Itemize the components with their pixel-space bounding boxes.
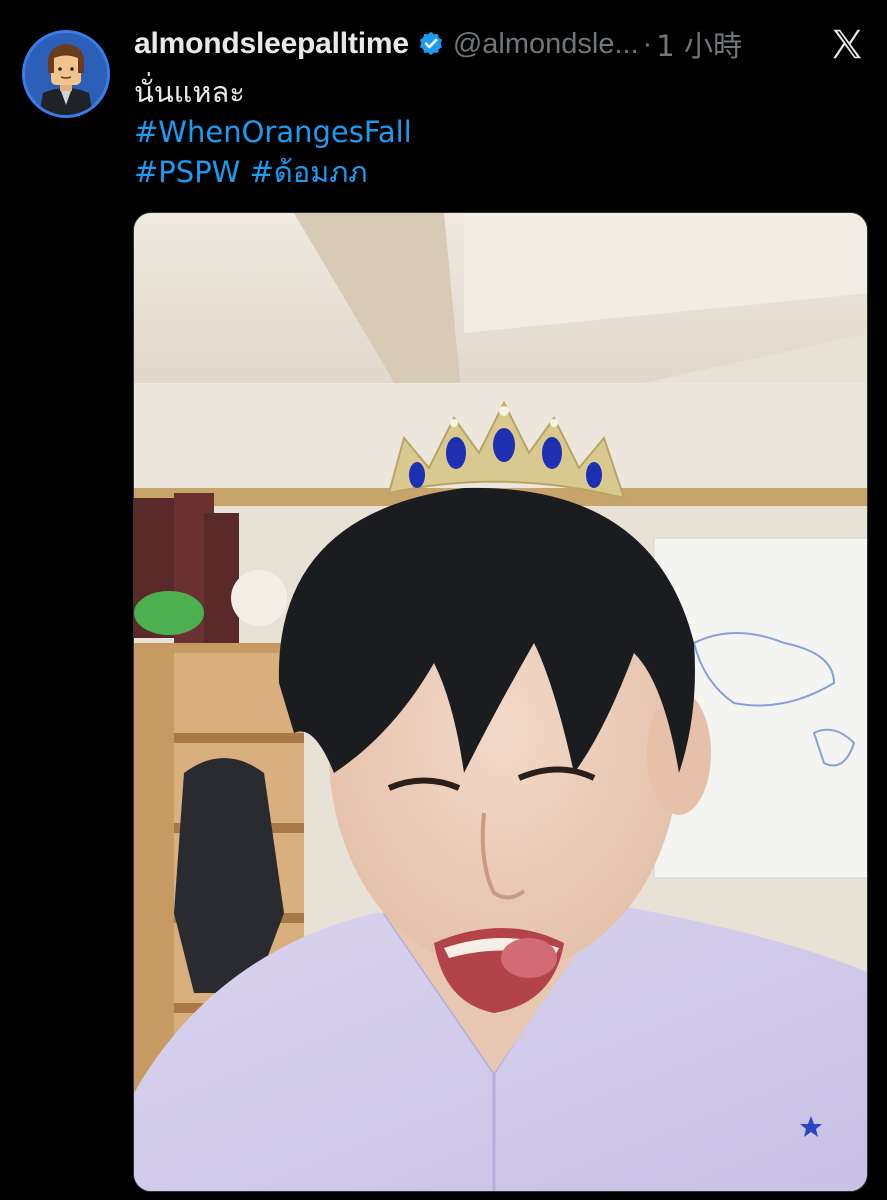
hashtag-link[interactable]: #PSPW xyxy=(134,155,240,189)
author-handle[interactable]: @almondsle... xyxy=(453,28,639,61)
hashtag-link[interactable]: #WhenOrangesFall xyxy=(134,115,412,149)
author-display-name[interactable]: almondsleepalltime xyxy=(134,27,409,61)
tweet-header: almondsleepalltime @almondsle... · 1 小時 xyxy=(134,23,742,65)
separator-dot: · xyxy=(642,27,653,60)
hashtag-link[interactable]: #ด้อมภภ xyxy=(250,155,368,189)
lego-minifigure-avatar-icon xyxy=(25,33,107,115)
author-avatar[interactable] xyxy=(22,30,110,118)
tweet[interactable]: almondsleepalltime @almondsle... · 1 小時 … xyxy=(0,0,887,1200)
tweet-text: นั่นแหละ #WhenOrangesFall #PSPW #ด้อมภภ xyxy=(134,72,412,192)
verified-badge-icon xyxy=(417,30,445,58)
x-logo-icon xyxy=(829,26,865,62)
selfie-photo-icon xyxy=(134,213,867,1191)
post-timestamp[interactable]: 1 小時 xyxy=(656,23,742,65)
tweet-photo[interactable] xyxy=(133,212,868,1192)
tweet-text-line: นั่นแหละ xyxy=(134,75,245,109)
hashtag-line-2: #PSPW #ด้อมภภ xyxy=(134,152,412,192)
hashtag-line-1: #WhenOrangesFall xyxy=(134,112,412,152)
